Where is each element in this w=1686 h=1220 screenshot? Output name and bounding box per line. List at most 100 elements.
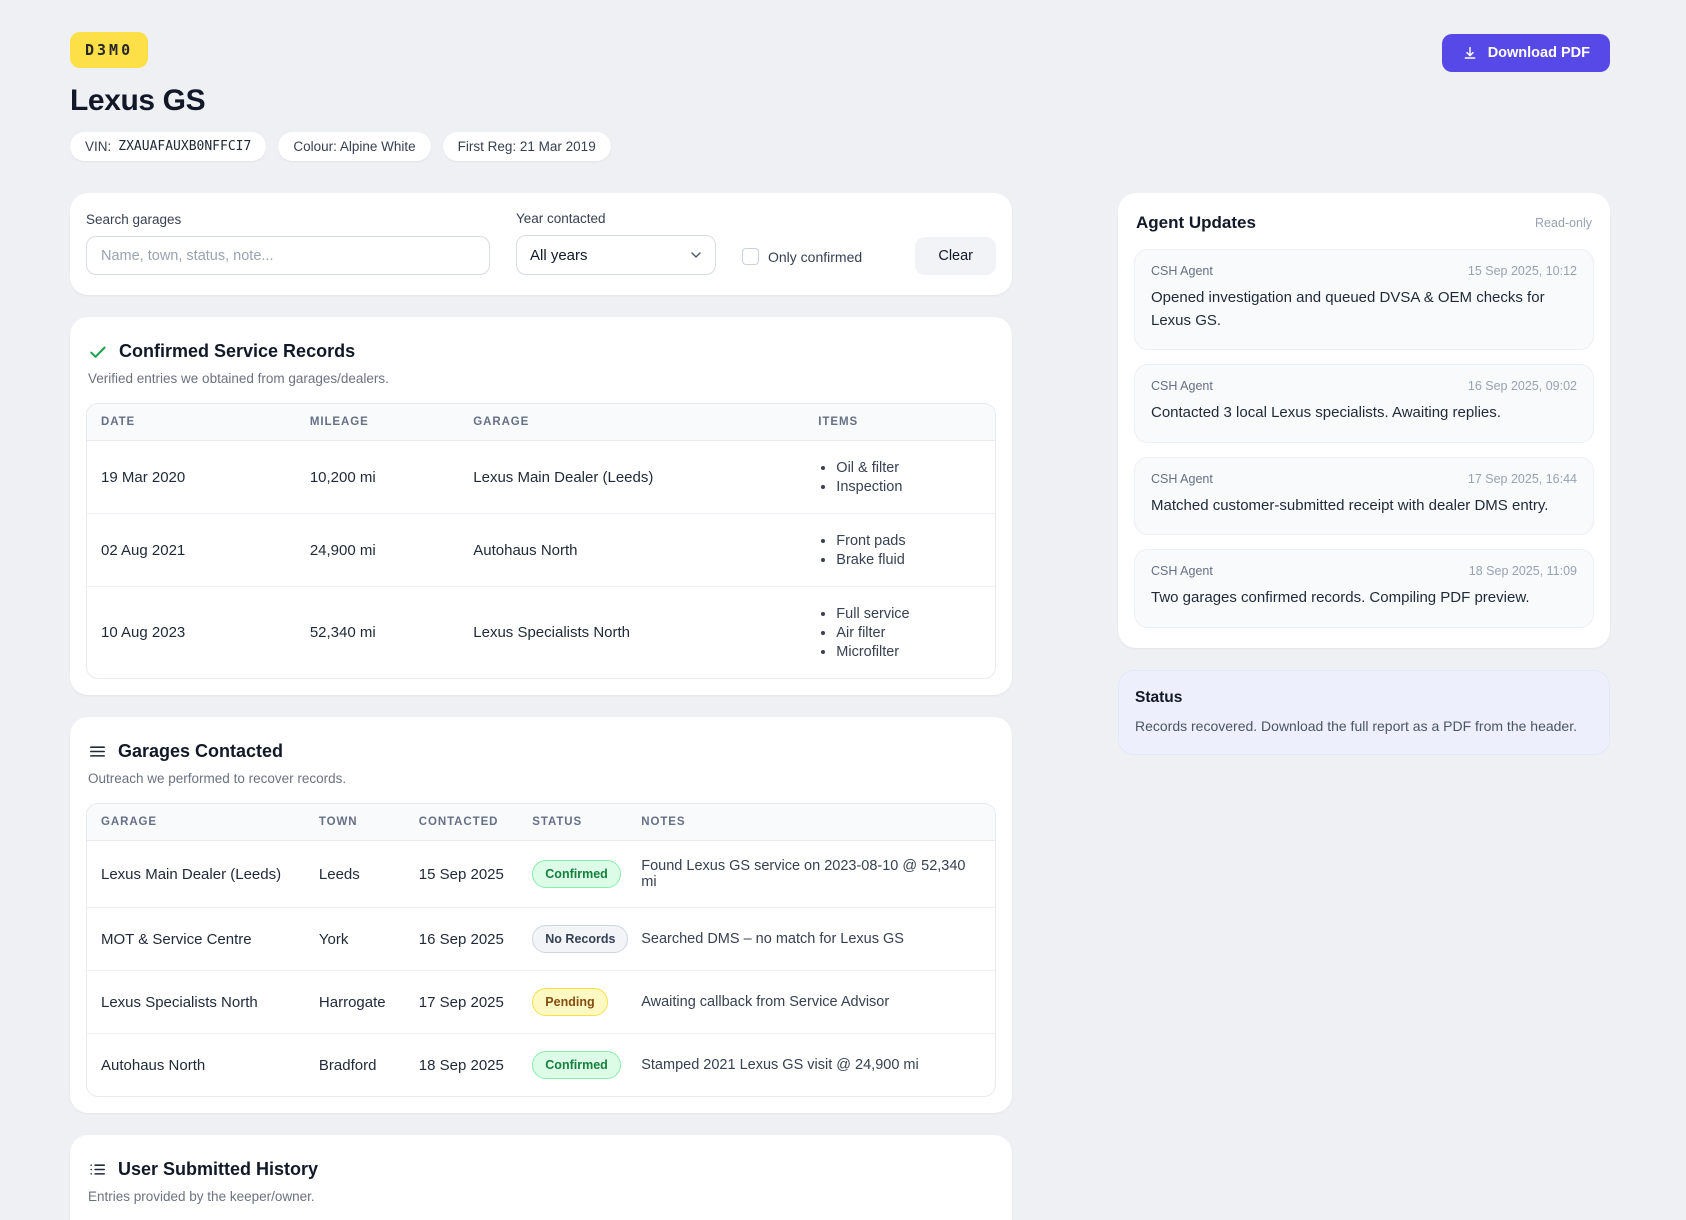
garage-name: Lexus Main Dealer (Leeds) [87, 840, 305, 908]
agent-timestamp: 18 Sep 2025, 11:09 [1468, 564, 1577, 578]
agent-message: Contacted 3 local Lexus specialists. Awa… [1151, 404, 1501, 421]
download-icon [1462, 45, 1478, 61]
service-item: Inspection [836, 477, 981, 496]
agent-timestamp: 15 Sep 2025, 10:12 [1467, 264, 1577, 278]
confirmed-section-title: Confirmed Service Records [119, 341, 356, 361]
table-row: Lexus Main Dealer (Leeds) Leeds 15 Sep 2… [87, 840, 995, 908]
agent-author: CSH Agent [1151, 264, 1213, 278]
col-header-garage: GARAGE [87, 804, 305, 841]
table-header-row: DATE MILEAGE GARAGE ITEMS [87, 404, 995, 441]
service-item: Oil & filter [836, 458, 981, 477]
header-left: D3M0 Lexus GS VIN: ZXAUAFAUXB0NFFCI7 Col… [70, 32, 611, 161]
garage-notes: Searched DMS – no match for Lexus GS [627, 907, 995, 971]
service-garage: Lexus Main Dealer (Leeds) [459, 440, 805, 514]
table-row: MOT & Service Centre York 16 Sep 2025 No… [87, 907, 995, 971]
confirmed-section-subtitle: Verified entries we obtained from garage… [88, 371, 389, 386]
garage-contacted: 17 Sep 2025 [404, 970, 519, 1034]
service-date: 19 Mar 2020 [87, 440, 296, 514]
first-reg-chip: First Reg: 21 Mar 2019 [442, 132, 611, 161]
garage-town: York [304, 907, 405, 971]
service-garage: Autohaus North [459, 513, 805, 587]
col-header-notes: NOTES [627, 804, 995, 841]
table-row: Autohaus North Bradford 18 Sep 2025 Conf… [87, 1034, 995, 1097]
status-badge: No Records [532, 925, 629, 953]
status-title: Status [1135, 688, 1183, 706]
agent-author: CSH Agent [1151, 471, 1213, 486]
agent-updates-card: Agent Updates Read-only CSH Agent 15 Sep… [1118, 193, 1610, 648]
download-pdf-button[interactable]: Download PDF [1441, 34, 1610, 72]
agent-timestamp: 17 Sep 2025, 16:44 [1467, 471, 1577, 486]
year-contacted-label: Year contacted [516, 211, 606, 226]
status-badge: Confirmed [532, 860, 621, 888]
service-items: Full service Air filter Microfilter [818, 604, 981, 661]
service-items: Oil & filter Inspection [818, 458, 981, 496]
table-row: 10 Aug 2023 52,340 mi Lexus Specialists … [87, 587, 995, 679]
agent-update-item: CSH Agent 17 Sep 2025, 16:44 Matched cus… [1134, 456, 1594, 535]
status-message: Records recovered. Download the full rep… [1135, 717, 1577, 734]
readonly-label: Read-only [1535, 216, 1592, 230]
demo-badge: D3M0 [70, 32, 149, 68]
agent-timestamp: 16 Sep 2025, 09:02 [1467, 379, 1577, 393]
service-item: Microfilter [836, 642, 981, 661]
table-row: 02 Aug 2021 24,900 mi Autohaus North Fro… [87, 513, 995, 587]
garage-contacted: 16 Sep 2025 [404, 907, 519, 971]
only-confirmed-group: Only confirmed [742, 248, 862, 275]
table-header-row: GARAGE TOWN CONTACTED STATUS NOTES [87, 804, 995, 841]
garage-town: Bradford [318, 1056, 377, 1074]
page: D3M0 Lexus GS VIN: ZXAUAFAUXB0NFFCI7 Col… [0, 0, 1686, 1220]
year-contacted-select[interactable]: All years [516, 235, 716, 275]
search-label: Search garages [86, 212, 182, 227]
agent-update-item: CSH Agent 18 Sep 2025, 11:09 Two garages… [1134, 549, 1594, 628]
garage-contacted: 18 Sep 2025 [418, 1056, 504, 1074]
col-header-contacted: CONTACTED [404, 804, 519, 841]
vin-chip: VIN: ZXAUAFAUXB0NFFCI7 [70, 132, 267, 161]
filter-bar: Search garages Year contacted All years [70, 193, 1012, 295]
agent-author: CSH Agent [1151, 379, 1213, 393]
vin-label: VIN: [85, 139, 112, 154]
garage-name: MOT & Service Centre [87, 907, 305, 971]
agent-message: Matched customer-submitted receipt with … [1151, 496, 1549, 514]
page-title: Lexus GS [70, 84, 206, 117]
garages-table: GARAGE TOWN CONTACTED STATUS NOTES Lexus… [86, 803, 996, 1097]
service-items: Front pads Brake fluid [818, 531, 981, 569]
agent-message: Opened investigation and queued DVSA & O… [1151, 289, 1545, 329]
check-icon [88, 342, 108, 362]
user-history-section-subtitle: Entries provided by the keeper/owner. [88, 1189, 315, 1204]
garage-notes: Found Lexus GS service on 2023-08-10 @ 5… [627, 840, 995, 908]
only-confirmed-checkbox[interactable] [742, 248, 759, 265]
garage-notes: Awaiting callback from Service Advisor [627, 970, 995, 1034]
year-group: Year contacted All years [516, 211, 716, 275]
user-history-section-title: User Submitted History [118, 1159, 319, 1179]
vin-value: ZXAUAFAUXB0NFFCI7 [118, 139, 252, 154]
table-row: Lexus Specialists North Harrogate 17 Sep… [87, 970, 995, 1034]
service-date: 10 Aug 2023 [101, 624, 186, 641]
search-group: Search garages [86, 212, 490, 275]
agent-update-item: CSH Agent 16 Sep 2025, 09:02 Contacted 3… [1134, 364, 1594, 443]
search-input[interactable] [86, 236, 490, 275]
garages-section-title: Garages Contacted [118, 741, 284, 761]
status-badge: Confirmed [532, 1051, 621, 1079]
service-mileage: 24,900 mi [295, 513, 460, 587]
garage-name: Lexus Specialists North [87, 970, 305, 1034]
agent-updates-title: Agent Updates [1136, 213, 1256, 232]
col-header-items: ITEMS [804, 404, 995, 441]
col-header-mileage: MILEAGE [295, 404, 460, 441]
col-header-date: DATE [87, 404, 296, 441]
garage-name: Autohaus North [101, 1056, 206, 1074]
status-card: Status Records recovered. Download the f… [1118, 669, 1610, 755]
garage-town: Harrogate [304, 970, 405, 1034]
service-mileage: 52,340 mi [309, 624, 376, 641]
garage-contacted: 15 Sep 2025 [404, 840, 519, 908]
confirmed-table: DATE MILEAGE GARAGE ITEMS 19 Mar 2020 10… [86, 403, 996, 679]
service-mileage: 10,200 mi [295, 440, 460, 514]
col-header-town: TOWN [304, 804, 405, 841]
download-pdf-label: Download PDF [1487, 45, 1590, 61]
agent-update-item: CSH Agent 15 Sep 2025, 10:12 Opened inve… [1134, 249, 1594, 350]
table-row: 19 Mar 2020 10,200 mi Lexus Main Dealer … [87, 440, 995, 514]
garage-notes: Stamped 2021 Lexus GS visit @ 24,900 mi [641, 1057, 919, 1073]
clear-filters-button[interactable]: Clear [915, 237, 996, 275]
colour-chip: Colour: Alpine White [278, 132, 431, 161]
menu-lines-icon [88, 742, 107, 761]
service-garage: Lexus Specialists North [473, 624, 631, 641]
garages-section-subtitle: Outreach we performed to recover records… [88, 771, 347, 786]
